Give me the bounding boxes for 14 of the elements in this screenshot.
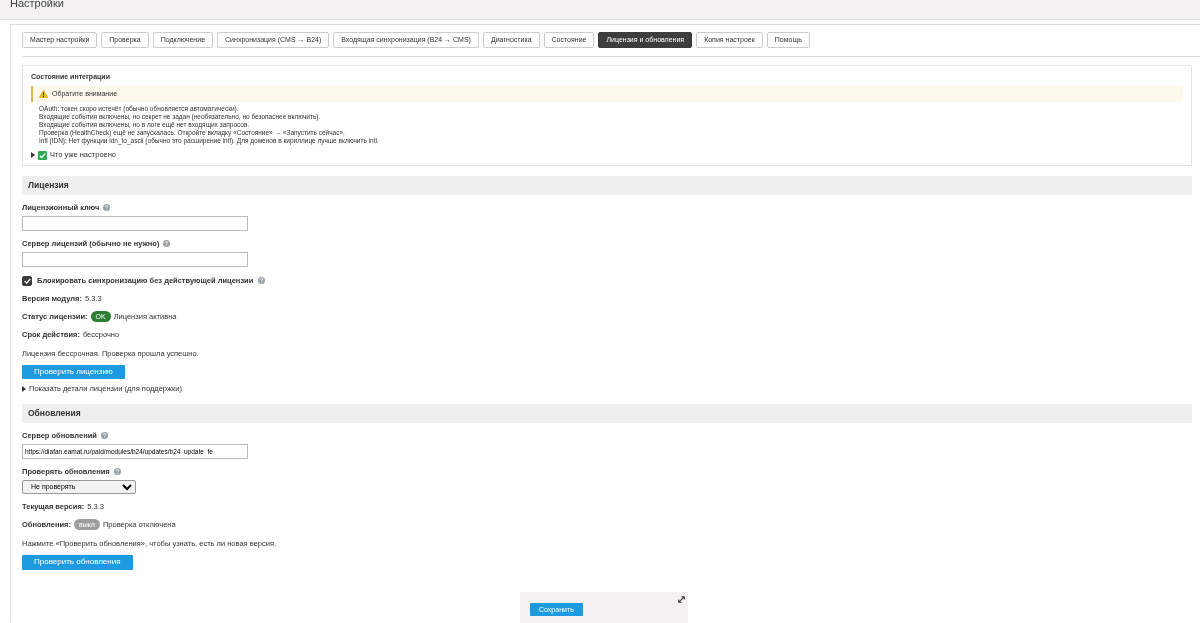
help-icon[interactable]	[113, 468, 121, 476]
input-field[interactable]	[22, 251, 248, 267]
help-icon[interactable]	[103, 204, 111, 212]
checkbox[interactable]	[22, 275, 32, 286]
help-icon[interactable]	[163, 240, 171, 248]
section-header: Обновления	[22, 404, 1192, 424]
section-header: Лицензия	[22, 175, 1192, 195]
help-icon[interactable]	[258, 277, 266, 284]
input-field[interactable]	[22, 215, 248, 231]
disclosure-triangle-icon[interactable]	[22, 386, 26, 393]
expand-icon[interactable]	[678, 596, 685, 603]
help-icon[interactable]	[100, 432, 108, 440]
warning-icon	[39, 90, 48, 99]
check-icon	[38, 150, 47, 160]
